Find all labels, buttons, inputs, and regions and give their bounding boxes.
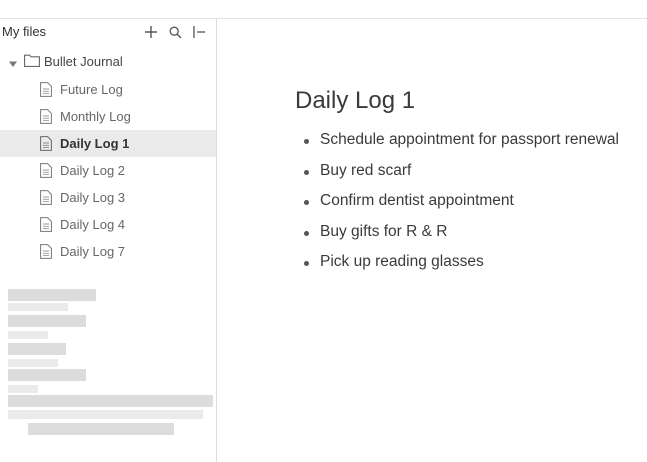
document-icon: [40, 217, 52, 237]
file-label: Future Log: [60, 82, 123, 97]
blurred-item: [8, 369, 86, 381]
blurred-item: [8, 343, 66, 355]
file-label: Daily Log 2: [60, 163, 126, 178]
file-item[interactable]: Daily Log 7: [0, 238, 216, 265]
file-item[interactable]: Daily Log 3: [0, 184, 216, 211]
document-icon: [40, 136, 52, 156]
blurred-item: [8, 315, 86, 327]
file-sidebar: My files Bullet Journal Future Log Month…: [0, 19, 217, 462]
sidebar-toolbar: [142, 23, 208, 41]
bullet-item[interactable]: Buy gifts for R & R: [295, 223, 619, 254]
file-list: Future Log Monthly Log Daily Log 1 Daily…: [0, 76, 216, 265]
blurred-item: [8, 395, 213, 407]
file-label: Daily Log 3: [60, 190, 126, 205]
file-label: Daily Log 1: [60, 136, 130, 151]
document-icon: [40, 190, 52, 210]
file-item-active[interactable]: Daily Log 1: [0, 130, 216, 157]
sidebar-header: My files: [0, 19, 216, 45]
file-item[interactable]: Daily Log 2: [0, 157, 216, 184]
bullet-item[interactable]: Schedule appointment for passport renewa…: [295, 131, 619, 162]
blurred-item: [28, 423, 174, 435]
file-label: Daily Log 4: [60, 217, 126, 232]
bullet-list: Schedule appointment for passport renewa…: [295, 131, 619, 284]
blurred-item: [8, 410, 203, 419]
document-icon: [40, 109, 52, 129]
file-label: Daily Log 7: [60, 244, 126, 259]
file-item[interactable]: Daily Log 4: [0, 211, 216, 238]
folder-icon: [24, 54, 40, 72]
document-icon: [40, 82, 52, 102]
blurred-item: [8, 289, 96, 301]
bullet-item[interactable]: Pick up reading glasses: [295, 253, 619, 284]
bullet-item[interactable]: Confirm dentist appointment: [295, 192, 619, 223]
blurred-item: [8, 331, 48, 339]
collapse-sidebar-icon[interactable]: [190, 23, 208, 41]
folder-label: Bullet Journal: [44, 54, 123, 69]
file-item[interactable]: Future Log: [0, 76, 216, 103]
folder-bullet-journal[interactable]: Bullet Journal: [0, 50, 216, 72]
editor-pane[interactable]: Daily Log 1 Schedule appointment for pas…: [217, 19, 647, 462]
blurred-item: [8, 303, 68, 311]
blurred-item: [8, 359, 58, 367]
caret-down-icon[interactable]: [9, 55, 17, 73]
sidebar-title: My files: [2, 24, 47, 39]
document-icon: [40, 244, 52, 264]
title-bar: [0, 0, 647, 19]
document-title[interactable]: Daily Log 1: [295, 87, 415, 115]
plus-icon[interactable]: [142, 23, 160, 41]
search-icon[interactable]: [166, 23, 184, 41]
blurred-item: [8, 385, 38, 393]
bullet-item[interactable]: Buy red scarf: [295, 162, 619, 193]
file-label: Monthly Log: [60, 109, 131, 124]
file-item[interactable]: Monthly Log: [0, 103, 216, 130]
document-icon: [40, 163, 52, 183]
blurred-files-region: [0, 285, 216, 445]
